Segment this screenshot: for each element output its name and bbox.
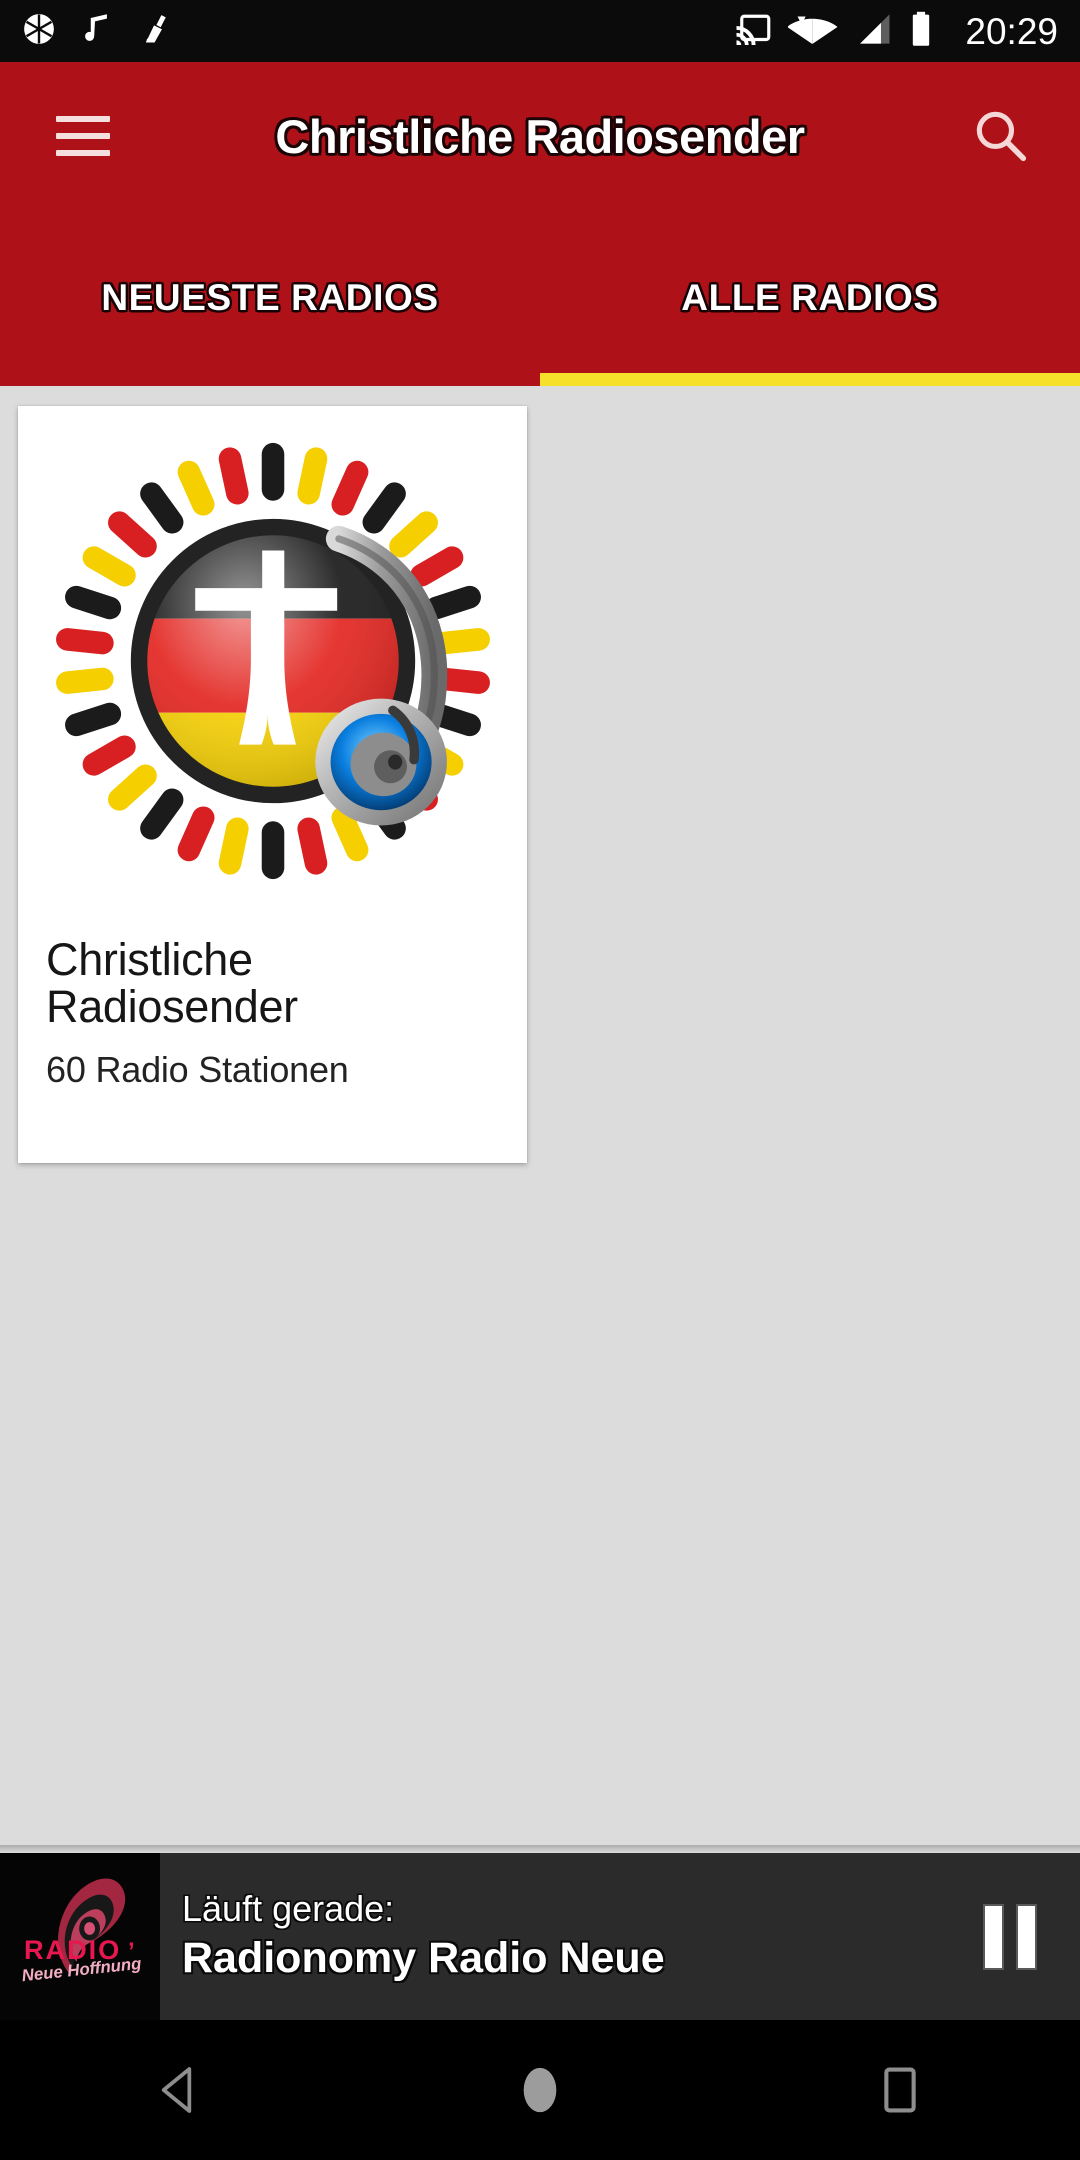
broom-cleaner-icon <box>138 12 172 51</box>
radio-list-content[interactable]: Christliche Radiosender 60 Radio Station… <box>0 386 1080 1850</box>
pause-button[interactable] <box>940 1853 1080 2020</box>
app-bar: Christliche Radiosender <box>0 62 1080 210</box>
card-title: Christliche Radiosender <box>46 934 298 1032</box>
phone-screen: 20:29 Christliche Radiosender NEUESTE RA… <box>0 0 1080 2160</box>
tab-alle-radios[interactable]: ALLE RADIOS <box>540 210 1080 386</box>
battery-icon <box>910 11 932 52</box>
pause-icon <box>985 1905 1035 1968</box>
now-playing-track: Radionomy Radio Neue <box>182 1934 665 1983</box>
radio-neue-hoffnung-logo-icon: RADIO ’ Neue Hoffnung <box>0 1853 160 2020</box>
music-note-icon <box>82 12 112 51</box>
tab-label: NEUESTE RADIOS <box>101 277 439 318</box>
hamburger-menu-icon[interactable] <box>56 116 110 156</box>
back-icon[interactable] <box>100 2020 260 2160</box>
tab-neueste-radios[interactable]: NEUESTE RADIOS <box>0 210 540 386</box>
status-bar: 20:29 <box>0 0 1080 62</box>
cellular-signal-icon <box>855 12 893 51</box>
search-icon[interactable] <box>958 93 1044 179</box>
status-bar-clock: 20:29 <box>965 10 1058 52</box>
status-bar-notification-icons <box>22 12 172 51</box>
now-playing-label: Läuft gerade: <box>182 1888 395 1929</box>
card-artwork <box>18 406 527 915</box>
tab-active-indicator <box>540 373 1080 386</box>
home-icon[interactable] <box>460 2020 620 2160</box>
camera-aperture-icon <box>22 12 56 51</box>
status-bar-system-icons: 20:29 <box>735 11 1058 52</box>
christliche-radiosender-logo-icon <box>38 426 508 896</box>
player-bar[interactable]: RADIO ’ Neue Hoffnung Läuft gerade: Radi… <box>0 1853 1080 2020</box>
page-title: Christliche Radiosender <box>275 109 805 163</box>
recents-icon[interactable] <box>820 2020 980 2160</box>
android-navigation-bar <box>0 2020 1080 2160</box>
player-info: Läuft gerade: Radionomy Radio Neue <box>160 1853 940 2020</box>
card-subtitle: 60 Radio Stationen <box>46 1048 349 1090</box>
card-text-block: Christliche Radiosender 60 Radio Station… <box>18 915 527 1091</box>
tab-label: ALLE RADIOS <box>681 277 939 318</box>
tab-bar: NEUESTE RADIOS ALLE RADIOS <box>0 210 1080 386</box>
radio-category-card[interactable]: Christliche Radiosender 60 Radio Station… <box>18 406 527 1163</box>
wifi-icon <box>787 12 838 51</box>
cast-icon <box>735 12 771 51</box>
player-bar-divider <box>0 1845 1080 1853</box>
